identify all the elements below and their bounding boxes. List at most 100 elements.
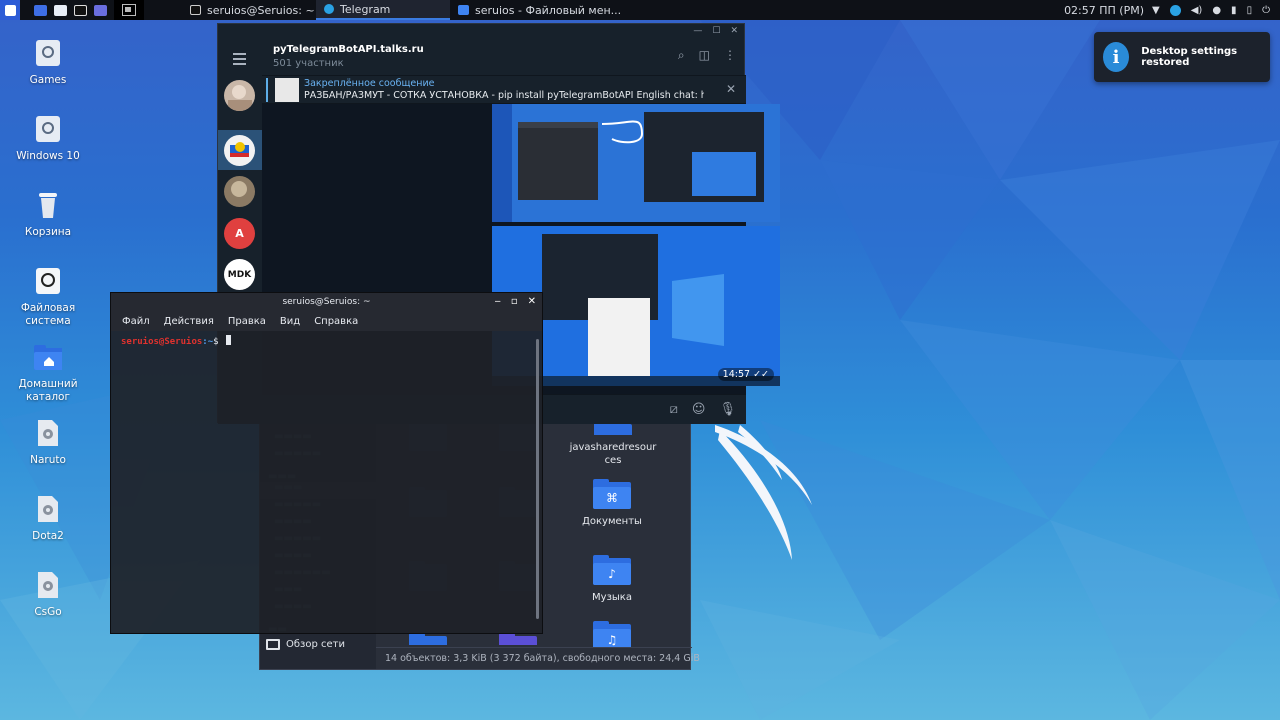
folder-item-documents[interactable]: ⌘ Документы (569, 479, 655, 528)
microphone-icon[interactable]: 🎙 (719, 402, 736, 417)
menu-help[interactable]: Справка (314, 316, 358, 327)
chat-members-count: 501 участник (273, 58, 344, 69)
desktop-icon-home[interactable]: Домашний каталог (8, 342, 88, 404)
text-cursor (225, 335, 231, 345)
panel-clock[interactable]: 02:57 ПП (PM) (1064, 4, 1152, 17)
wifi-icon[interactable]: ▼ (1152, 5, 1160, 16)
music-folder-icon: ♪ (593, 555, 631, 585)
power-icon[interactable]: ⏻ (1262, 5, 1270, 16)
terminal-menubar: Файл Действия Правка Вид Справка (111, 311, 542, 331)
menu-view[interactable]: Вид (280, 316, 300, 327)
taskbar-file-manager-label: seruios - Файловый мен... (475, 3, 622, 17)
sidebar-item-network[interactable]: Обзор сети (266, 639, 345, 650)
desktop-icon-naruto[interactable]: Naruto (8, 418, 88, 467)
compose-actions: ⧄ ☺ 🎙 (670, 402, 736, 417)
telegram-titlebar: — ☐ ✕ (218, 24, 744, 38)
desktop-icon-csgo[interactable]: CsGo (8, 570, 88, 619)
message-image-screenshot-1[interactable] (492, 104, 780, 222)
folder-item-music[interactable]: ♪ Музыка (569, 555, 655, 604)
close-pinned-icon[interactable]: ✕ (726, 82, 736, 96)
folder-task-icon (458, 5, 469, 15)
pinned-thumbnail (275, 78, 299, 102)
read-checkmarks-icon: ✓✓ (753, 369, 769, 380)
folder-item-label: javasharedresources (569, 442, 657, 466)
desktop-icon-filesystem[interactable]: Файловая система (8, 266, 88, 328)
desktop-icon-label: Dota2 (32, 530, 64, 542)
desktop-icon-games[interactable]: Games (8, 38, 88, 87)
desktop-icon-dota2[interactable]: Dota2 (8, 494, 88, 543)
terminal-window[interactable]: seruios@Seruios: ~ ‒ ▫ ✕ Файл Действия П… (110, 292, 543, 634)
folder-item-label: Документы (582, 516, 642, 527)
emoji-icon[interactable]: ☺ (692, 402, 706, 417)
system-tray: ▼ ◀) ● ▮ ▯ ⏻ (1152, 4, 1280, 16)
chat-avatar-mdk[interactable]: MDK (224, 259, 255, 290)
menu-actions[interactable]: Действия (164, 316, 214, 327)
volume-icon[interactable]: ◀) (1191, 5, 1203, 16)
telegram-task-icon (324, 4, 334, 14)
taskbar-terminal-label: seruios@Seruios: ~ (207, 3, 315, 17)
search-icon[interactable]: ⌕ (678, 48, 685, 63)
notification-popup[interactable]: i Desktop settings restored (1094, 32, 1270, 82)
terminal-window-controls: ‒ ▫ ✕ (494, 293, 536, 311)
maximize-button[interactable]: ▫ (511, 293, 518, 311)
terminal-titlebar[interactable]: seruios@Seruios: ~ ‒ ▫ ✕ (111, 293, 542, 311)
taskbar-file-manager[interactable]: seruios - Файловый мен... (450, 0, 650, 20)
sidebar-item-network-label: Обзор сети (286, 639, 345, 650)
menu-edit[interactable]: Правка (228, 316, 266, 327)
top-panel: seruios@Seruios: ~ Telegram seruios - Фа… (0, 0, 1280, 20)
telegram-tray-icon[interactable] (1169, 4, 1181, 16)
chat-avatar-pytelegrambotapi[interactable] (224, 135, 255, 166)
maximize-button[interactable]: ☐ (712, 26, 720, 36)
info-icon: i (1103, 42, 1130, 72)
prompt-sign: $ (213, 337, 219, 347)
folder-item-javasharedresources[interactable]: javasharedresources (567, 421, 659, 467)
pinned-text: РАЗБАН/РАЗМУТ - СОТКА УСТАНОВКА - pip in… (304, 90, 704, 101)
sidebar-toggle-icon[interactable]: ◫ (699, 48, 710, 63)
terminal-title: seruios@Seruios: ~ (282, 297, 371, 307)
workspace-switcher[interactable] (114, 0, 144, 20)
lock-icon[interactable]: ▯ (1247, 5, 1253, 16)
taskbar-telegram-label: Telegram (340, 2, 391, 16)
close-button[interactable]: ✕ (528, 293, 536, 311)
menu-file[interactable]: Файл (122, 316, 150, 327)
desktop-icon-label: Windows 10 (16, 150, 80, 162)
file-manager-launcher-icon[interactable] (50, 0, 70, 20)
message-timestamp: 14:57 ✓✓ (717, 368, 774, 381)
minimize-button[interactable]: — (693, 26, 702, 36)
chat-title[interactable]: pyTelegramBotAPI.talks.ru (273, 44, 424, 55)
desktop-icon-label: CsGo (34, 606, 62, 618)
menu-hamburger-icon[interactable] (233, 53, 246, 68)
battery-icon[interactable]: ▮ (1231, 5, 1237, 16)
network-monitor-icon (266, 639, 280, 650)
terminal-launcher-icon[interactable] (70, 0, 90, 20)
minimize-button[interactable]: ‒ (494, 293, 500, 311)
home-folder-icon (34, 342, 62, 372)
executable-gear-icon (34, 570, 62, 600)
browser-launcher-icon[interactable] (90, 0, 110, 20)
taskbar-terminal[interactable]: seruios@Seruios: ~ (182, 0, 316, 20)
chat-avatar-letter[interactable]: A (224, 218, 255, 249)
desktop-icon-label: Домашний каталог (18, 378, 78, 403)
chat-avatar[interactable] (224, 80, 255, 111)
desktop-icon-label: Naruto (30, 454, 66, 466)
desktop-icon-windows10[interactable]: Windows 10 (8, 114, 88, 163)
prompt-user: seruios@Seruios (121, 337, 203, 347)
file-manager-statusbar: 14 объектов: 3,3 KiB (3 372 байта), своб… (376, 647, 700, 669)
kali-menu-icon[interactable] (0, 0, 20, 20)
show-desktop-icon[interactable] (30, 0, 50, 20)
terminal-task-icon (190, 5, 201, 15)
terminal-scrollbar[interactable] (536, 339, 539, 619)
pinned-message-bar[interactable]: Закреплённое сообщение РАЗБАН/РАЗМУТ - С… (262, 76, 746, 104)
desktop-icon-trash[interactable]: Корзина (8, 190, 88, 239)
notifications-icon[interactable]: ● (1212, 5, 1221, 16)
folder-icon: ♫ (593, 621, 631, 647)
screenshot-thumbnail-image (492, 104, 780, 222)
commands-icon[interactable]: ⧄ (670, 402, 678, 417)
taskbar-telegram[interactable]: Telegram (316, 0, 450, 20)
documents-folder-icon: ⌘ (593, 479, 631, 509)
desktop-icon-label: Файловая система (20, 302, 76, 327)
terminal-prompt[interactable]: seruios@Seruios:~$ (121, 335, 231, 347)
close-button[interactable]: ✕ (730, 26, 738, 36)
more-options-icon[interactable]: ⋮ (724, 48, 736, 63)
chat-avatar[interactable] (224, 176, 255, 207)
